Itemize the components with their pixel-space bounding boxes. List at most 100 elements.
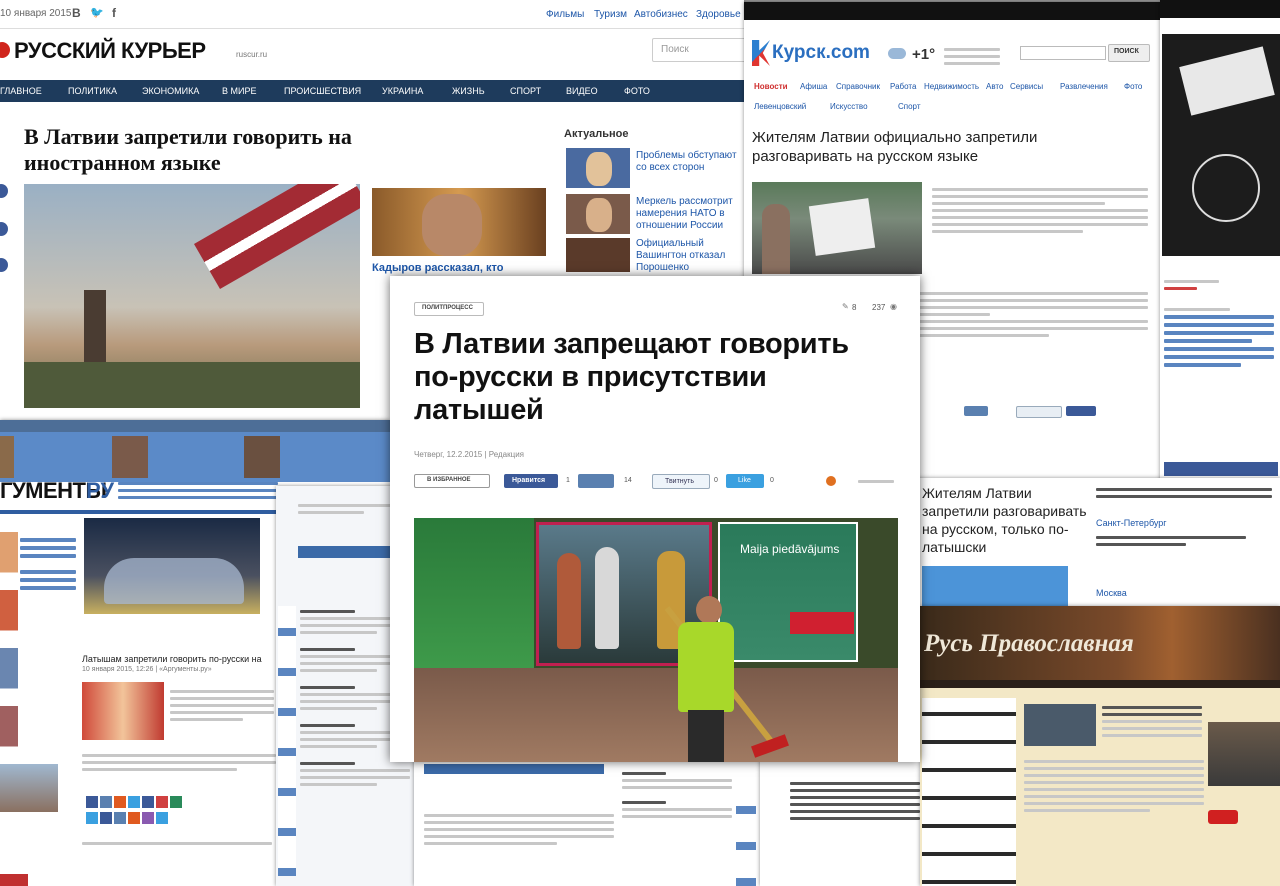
arg-date: 10 января 2015, 12:26 | «Аргументы.ру»: [82, 666, 212, 673]
rk-side-item-1[interactable]: Проблемы обступают со всех сторон: [636, 150, 744, 186]
arg-left-photo: [0, 764, 58, 812]
arg-social-3[interactable]: [114, 796, 126, 808]
arg-left-links: [20, 534, 76, 594]
rk-nav-economy[interactable]: ЭКОНОМИКА: [142, 86, 199, 96]
rk-logo[interactable]: РУССКИЙ КУРЬЕР: [14, 38, 206, 64]
arg-social-10[interactable]: [114, 812, 126, 824]
rk-share-tw[interactable]: [0, 222, 8, 236]
kursk-nav-fun[interactable]: Развлечения: [1060, 82, 1108, 91]
rk-nav-video[interactable]: ВИДЕО: [566, 86, 598, 96]
kursk-search-input[interactable]: [1020, 46, 1106, 60]
main-share-tw[interactable]: Твитнуть: [652, 474, 710, 489]
ra-headline[interactable]: Жителям Латвии запретили разговаривать н…: [922, 484, 1096, 556]
arg-social-2[interactable]: [100, 796, 112, 808]
kursk-topbar: [744, 2, 1160, 20]
kursk-nav-afisha[interactable]: Афиша: [800, 82, 827, 91]
rk-side-item-2[interactable]: Меркель рассмотрит намерения НАТО в отно…: [636, 196, 744, 232]
youtube-icon[interactable]: [1208, 810, 1238, 824]
rk-side-item-3[interactable]: Официальный Вашингтон отказал Порошенко: [636, 238, 744, 272]
kursk-headline[interactable]: Жителям Латвии официально запретили разг…: [752, 128, 1092, 166]
rk-headline[interactable]: В Латвии запретили говорить на иностранн…: [24, 124, 424, 176]
rk-nav-sport[interactable]: СПОРТ: [510, 86, 541, 96]
vk-icon[interactable]: В: [72, 6, 81, 20]
rk-nav-ukraine[interactable]: УКРАИНА: [382, 86, 423, 96]
rk-toplink-auto[interactable]: Автобизнес: [634, 9, 688, 20]
panel-rus-pravoslavnaya: Русь Православная: [920, 606, 1280, 886]
rk-toplink-films[interactable]: Фильмы: [546, 9, 584, 20]
kursk-nav2-levents[interactable]: Левенцовский: [754, 102, 806, 111]
main-view-count: 237: [872, 303, 886, 312]
arg-social-13[interactable]: [156, 812, 168, 824]
rk-share-vk[interactable]: [0, 258, 8, 272]
kursk-search-button[interactable]: ПОИСК: [1108, 44, 1150, 62]
ra-bottom-text: [790, 778, 920, 824]
rk-nav-world[interactable]: В МИРЕ: [222, 86, 256, 96]
arg-social-6[interactable]: [156, 796, 168, 808]
arg-social-9[interactable]: [100, 812, 112, 824]
kursk-nav-photo[interactable]: Фото: [1124, 82, 1142, 91]
arg-logo-ru[interactable]: РУ: [86, 478, 114, 504]
kursk-nav-nedvizh[interactable]: Недвижимость: [924, 82, 979, 91]
kursk-share-tw[interactable]: [1016, 406, 1062, 418]
kursk-logo[interactable]: Курск.com: [772, 42, 870, 64]
kursk-nav-news[interactable]: Новости: [754, 82, 788, 91]
arg-social-11[interactable]: [128, 812, 140, 824]
rus-logo[interactable]: Русь Православная: [924, 630, 1134, 658]
main-meta: Четверг, 12.2.2015 | Редакция: [414, 450, 524, 459]
arg-strip-thumb-3: [244, 436, 280, 478]
arg-photo-figures: [104, 558, 244, 604]
rk-nav-photo[interactable]: ФОТО: [624, 86, 650, 96]
sidebar-fb-widget[interactable]: [1164, 462, 1278, 476]
sidebar-banner-drawing: [1192, 154, 1260, 222]
kursk-weather-lines: [944, 44, 1000, 69]
rk-toplink-health[interactable]: Здоровье: [696, 9, 741, 20]
arg-social-1[interactable]: [86, 796, 98, 808]
rk-nav-life[interactable]: ЖИЗНЬ: [452, 86, 485, 96]
kursk-nav-auto[interactable]: Авто: [986, 82, 1003, 91]
rk-nav-incidents[interactable]: ПРОИСШЕСТВИЯ: [284, 86, 361, 96]
kursk-nav-rabota[interactable]: Работа: [890, 82, 916, 91]
rk-share-fb[interactable]: [0, 184, 8, 198]
kursk-temp: +1°: [912, 46, 936, 63]
rk-toplink-tourism[interactable]: Туризм: [594, 9, 627, 20]
twitter-icon[interactable]: 🐦: [90, 6, 104, 19]
main-photo-mannequin-1: [557, 553, 581, 649]
kursk-nav-services[interactable]: Сервисы: [1010, 82, 1043, 91]
main-share-more[interactable]: [858, 476, 894, 486]
main-share-like[interactable]: Like: [726, 474, 764, 488]
kursk-nav-spravochnik[interactable]: Справочник: [836, 82, 880, 91]
rk-nav-politics[interactable]: ПОЛИТИКА: [68, 86, 117, 96]
arg-tags: [82, 838, 272, 849]
kursk-nav2-sport[interactable]: Спорт: [898, 102, 921, 111]
arg-social-7[interactable]: [170, 796, 182, 808]
ra-city[interactable]: Санкт-Петербург: [1096, 518, 1167, 528]
rk-search-input[interactable]: Поиск: [652, 38, 744, 62]
panel-main-article: ПОЛИТПРОЦЕСС ✎ 8 237 ◉ В Латвии запрещаю…: [390, 276, 920, 762]
main-share-fb[interactable]: Нравится: [504, 474, 558, 488]
rk-photo-city: [24, 362, 360, 408]
kursk-nav2-art[interactable]: Искусство: [830, 102, 868, 111]
rk-kadyrov-link[interactable]: Кадыров рассказал, кто: [372, 262, 503, 274]
rk-nav-main[interactable]: ГЛАВНОЕ: [0, 86, 42, 96]
kursk-share-fb[interactable]: [1066, 406, 1096, 416]
arg-headline[interactable]: Латышам запретили говорить по-русски на: [82, 654, 276, 664]
rus-left-col: [922, 698, 1016, 886]
main-tag-label: ПОЛИТПРОЦЕСС: [422, 305, 473, 311]
kursk-share-vk[interactable]: [964, 406, 988, 416]
arg-social-4[interactable]: [128, 796, 140, 808]
arg-social-8[interactable]: [86, 812, 98, 824]
arg-social-12[interactable]: [142, 812, 154, 824]
ra-city2[interactable]: Москва: [1096, 588, 1127, 598]
kursk-search-label: ПОИСК: [1114, 48, 1139, 55]
list-dates: [278, 606, 296, 876]
main-tag[interactable]: ПОЛИТПРОЦЕСС: [414, 302, 484, 316]
comment-icon[interactable]: ✎: [842, 302, 849, 311]
main-share-vk[interactable]: [578, 474, 614, 488]
main-share-fav[interactable]: В ИЗБРАННОЕ: [414, 474, 490, 488]
main-share-ok[interactable]: [826, 476, 836, 486]
sidebar-topbar: [1160, 0, 1280, 18]
arg-photo-people: [82, 682, 164, 740]
facebook-icon[interactable]: f: [112, 6, 116, 20]
main-headline[interactable]: В Латвии запрещают говорить по-русски в …: [414, 328, 884, 427]
arg-social-5[interactable]: [142, 796, 154, 808]
